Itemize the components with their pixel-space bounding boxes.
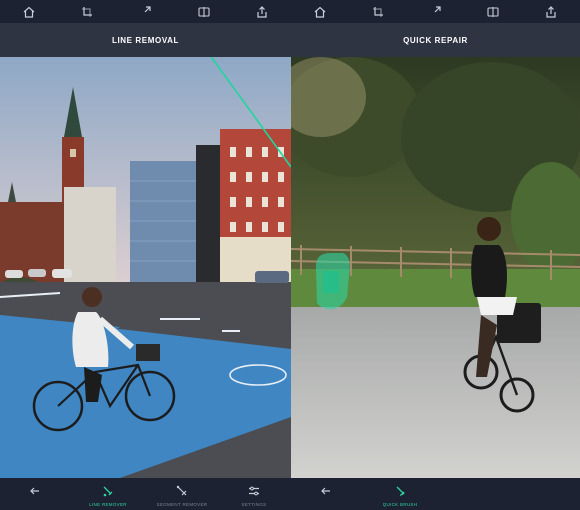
quick-repair-panel: QUICK REPAIR QUICK BRUSH xyxy=(291,0,580,510)
line-remover-tool[interactable]: LINE REMOVER xyxy=(86,478,130,510)
tool-label: SEGMENT REMOVER xyxy=(156,502,208,507)
home-icon[interactable] xyxy=(310,2,330,22)
panel-title-bar: QUICK REPAIR xyxy=(291,23,580,57)
expand-icon[interactable] xyxy=(425,2,445,22)
panel-title: QUICK REPAIR xyxy=(403,35,468,45)
settings-tool[interactable]: SETTINGS xyxy=(236,478,272,510)
bottom-toolbar: LINE REMOVER SEGMENT REMOVER SETTINGS xyxy=(0,478,291,510)
tool-label: LINE REMOVER xyxy=(89,502,127,507)
segment-remover-icon xyxy=(176,485,187,496)
top-toolbar xyxy=(0,0,291,23)
line-remover-icon xyxy=(103,486,113,497)
crop-icon[interactable] xyxy=(368,2,388,22)
back-button[interactable] xyxy=(26,478,44,510)
compare-icon[interactable] xyxy=(483,2,503,22)
quick-brush-icon xyxy=(396,486,405,496)
segment-remover-tool[interactable]: SEGMENT REMOVER xyxy=(150,478,214,510)
back-arrow-icon xyxy=(321,487,330,495)
tool-label: SETTINGS xyxy=(241,502,267,507)
line-removal-panel: LINE REMOVAL LINE REMOVER SEGMENT REMOVE… xyxy=(0,0,291,510)
panel-title-bar: LINE REMOVAL xyxy=(0,23,291,57)
tool-label: QUICK BRUSH xyxy=(382,502,418,507)
back-button[interactable] xyxy=(317,478,335,510)
panel-title: LINE REMOVAL xyxy=(111,35,180,45)
share-icon[interactable] xyxy=(252,2,272,22)
top-toolbar xyxy=(291,0,580,23)
quick-brush-tool[interactable]: QUICK BRUSH xyxy=(376,478,424,510)
photo-canvas-park[interactable] xyxy=(291,57,580,478)
settings-icon xyxy=(249,486,259,496)
home-icon[interactable] xyxy=(19,2,39,22)
compare-icon[interactable] xyxy=(194,2,214,22)
crop-icon[interactable] xyxy=(77,2,97,22)
bottom-toolbar: QUICK BRUSH xyxy=(291,478,580,510)
expand-icon[interactable] xyxy=(135,2,155,22)
photo-canvas-city[interactable] xyxy=(0,57,291,478)
back-arrow-icon xyxy=(30,487,39,495)
share-icon[interactable] xyxy=(541,2,561,22)
